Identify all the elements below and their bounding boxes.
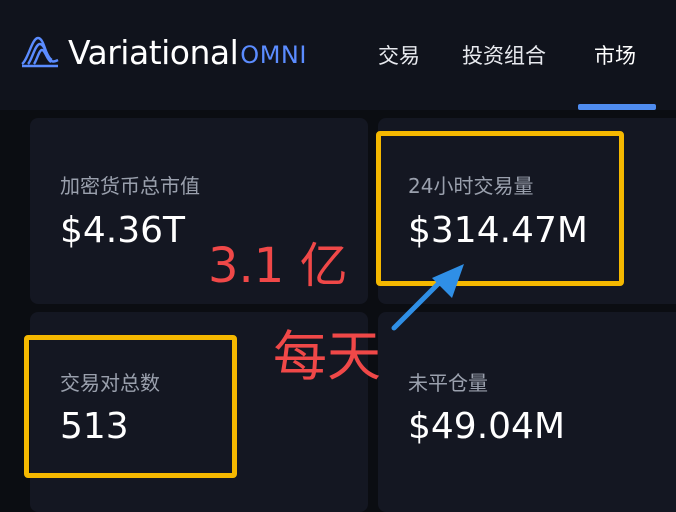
- annotation-amount: 3.1 亿: [208, 238, 348, 294]
- brand-name: Variational: [68, 32, 239, 72]
- variational-logo-icon: [21, 36, 59, 68]
- arrow-icon: [391, 264, 464, 331]
- brand-logo[interactable]: Variational OMNI: [18, 30, 307, 74]
- top-navigation-bar: Variational OMNI 交易 投资组合 市场: [0, 0, 676, 110]
- brand-sub: OMNI: [240, 41, 307, 69]
- stat-value: $49.04M: [408, 406, 566, 447]
- stat-value: $4.36T: [60, 210, 186, 251]
- active-tab-indicator: [578, 104, 656, 110]
- nav-portfolio[interactable]: 投资组合: [462, 40, 546, 70]
- nav-trade[interactable]: 交易: [378, 40, 420, 70]
- nav-markets[interactable]: 市场: [594, 40, 636, 70]
- stat-card-open-interest: 未平仓量 $49.04M: [378, 312, 676, 512]
- annotation-period: 每天: [273, 325, 381, 388]
- highlight-pairs: [24, 335, 237, 478]
- stat-label: 未平仓量: [408, 371, 488, 395]
- stat-label: 加密货币总市值: [60, 174, 200, 198]
